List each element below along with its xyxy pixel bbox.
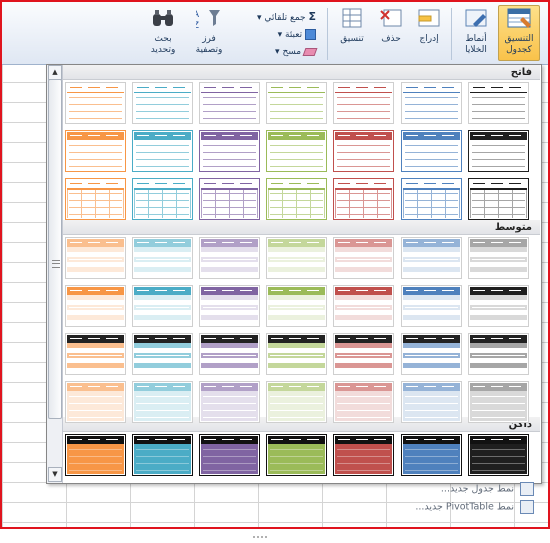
highlight-frame (0, 0, 550, 529)
resize-dots-icon (253, 536, 267, 538)
